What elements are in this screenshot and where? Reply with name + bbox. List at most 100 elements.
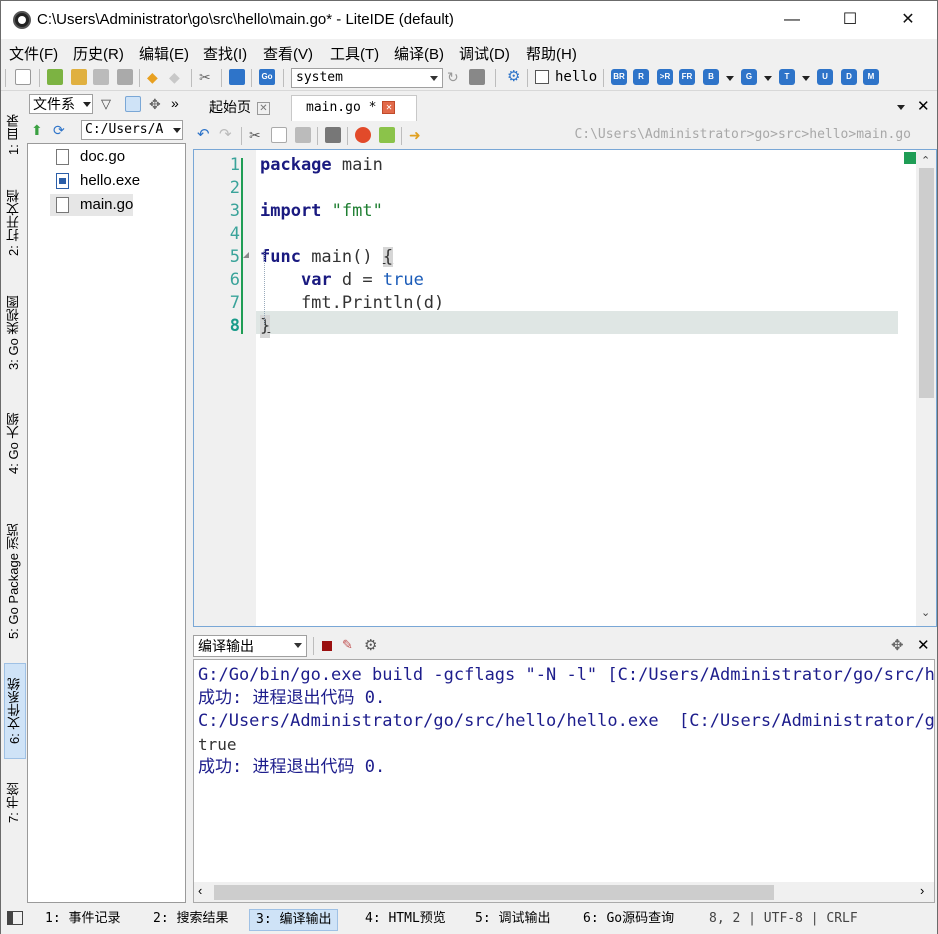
tree-item-hello-exe[interactable]: hello.exe bbox=[50, 170, 140, 192]
fold-marker-icon[interactable] bbox=[243, 252, 249, 258]
build-run-button[interactable]: BR bbox=[611, 69, 627, 85]
toggle-sidebar-icon[interactable] bbox=[7, 911, 23, 925]
clear-output-icon[interactable]: ✎ bbox=[342, 637, 353, 653]
menu-history[interactable]: 历史(R) bbox=[73, 43, 124, 64]
move-icon[interactable]: ✥ bbox=[149, 96, 165, 112]
scroll-up-icon[interactable]: ⌃ bbox=[921, 154, 930, 167]
build-dropdown-icon[interactable] bbox=[726, 76, 734, 81]
stop-icon[interactable] bbox=[322, 641, 332, 651]
close-tab-icon[interactable]: ✕ bbox=[257, 101, 270, 115]
up-folder-icon[interactable]: ⬆ bbox=[31, 122, 47, 138]
m-button[interactable]: M bbox=[863, 69, 879, 85]
tab-main-go[interactable]: main.go * ✕ bbox=[291, 95, 417, 121]
back-arrow-icon[interactable]: ◆ bbox=[147, 69, 163, 85]
breadcrumb[interactable]: C:\Users\Administrator>go>src>hello>main… bbox=[565, 127, 911, 142]
menu-help[interactable]: 帮助(H) bbox=[526, 43, 577, 64]
scroll-right-icon[interactable]: › bbox=[920, 883, 924, 898]
output-scroll-thumb[interactable] bbox=[214, 885, 774, 900]
float-panel-icon[interactable]: ✥ bbox=[891, 636, 904, 654]
breakpoint-icon[interactable] bbox=[355, 127, 371, 143]
sync-editor-icon[interactable] bbox=[125, 96, 141, 112]
tab-go-outline[interactable]: 4: Go 大纲 bbox=[4, 395, 26, 491]
tab-open-documents[interactable]: 2: 打开文档 bbox=[4, 175, 26, 271]
debug-button[interactable]: D bbox=[841, 69, 857, 85]
test-button[interactable]: T bbox=[779, 69, 795, 85]
tab-debug-output[interactable]: 5: 调试输出 bbox=[469, 909, 556, 931]
copy-icon[interactable] bbox=[271, 127, 287, 143]
save-icon[interactable] bbox=[93, 69, 109, 85]
test-dropdown-icon[interactable] bbox=[802, 76, 810, 81]
undo-icon[interactable]: ↶ bbox=[197, 127, 213, 143]
menu-edit[interactable]: 编辑(E) bbox=[139, 43, 189, 64]
new-file-icon[interactable] bbox=[15, 69, 31, 85]
menu-file[interactable]: 文件(F) bbox=[9, 43, 58, 64]
tab-directory[interactable]: 1: 目录 bbox=[4, 99, 26, 171]
get-button[interactable]: G bbox=[741, 69, 757, 85]
output-horizontal-scrollbar[interactable]: ‹ › bbox=[194, 882, 934, 902]
tab-build-output[interactable]: 3: 编译输出 bbox=[249, 909, 339, 931]
go-to-icon[interactable] bbox=[379, 127, 395, 143]
go-icon[interactable]: Go bbox=[259, 69, 275, 85]
lock-icon[interactable] bbox=[325, 127, 341, 143]
redo-icon[interactable]: ↷ bbox=[219, 127, 235, 143]
u-button[interactable]: U bbox=[817, 69, 833, 85]
cut-icon[interactable]: ✂ bbox=[249, 127, 265, 143]
open-folder-icon[interactable] bbox=[71, 69, 87, 85]
menu-debug[interactable]: 调试(D) bbox=[459, 43, 510, 64]
open-file-icon[interactable] bbox=[47, 69, 63, 85]
tab-file-system[interactable]: 6: 文件系统 bbox=[4, 663, 26, 759]
tab-go-class-view[interactable]: 3: Go 类视图 bbox=[4, 279, 26, 387]
menu-build[interactable]: 编译(B) bbox=[394, 43, 444, 64]
environment-select[interactable]: system bbox=[291, 68, 443, 88]
tab-html-preview[interactable]: 4: HTML预览 bbox=[359, 909, 452, 931]
tab-bookmarks[interactable]: 7: 书签 bbox=[4, 771, 26, 835]
tab-event-log[interactable]: 1: 事件记录 bbox=[39, 909, 126, 931]
close-button[interactable]: ✕ bbox=[879, 1, 937, 39]
gear-icon[interactable]: ⚙ bbox=[364, 636, 377, 654]
paste-icon[interactable] bbox=[295, 127, 311, 143]
file-run-button[interactable]: FR bbox=[679, 69, 695, 85]
forward-arrow-icon[interactable]: ◆ bbox=[169, 69, 185, 85]
run-to-line-icon[interactable]: ➜ bbox=[409, 127, 425, 143]
output-console[interactable]: G:/Go/bin/go.exe build -gcflags "-N -l" … bbox=[193, 659, 935, 903]
gear-icon[interactable]: ⚙ bbox=[507, 69, 523, 85]
output-select[interactable]: 编译输出 bbox=[193, 635, 307, 657]
close-editor-icon[interactable]: ✕ bbox=[917, 97, 930, 115]
refresh-env-icon[interactable]: ↻ bbox=[447, 69, 463, 85]
menu-view[interactable]: 查看(V) bbox=[263, 43, 313, 64]
code-editor[interactable]: 1 2 3 4 5 6 7 8 package main import "fmt… bbox=[193, 149, 937, 627]
edit-env-icon[interactable] bbox=[469, 69, 485, 85]
filter-icon[interactable]: ▽ bbox=[101, 96, 117, 112]
hello-checkbox[interactable] bbox=[535, 70, 549, 84]
build-button[interactable]: B bbox=[703, 69, 719, 85]
scroll-down-icon[interactable]: ⌄ bbox=[921, 606, 930, 619]
get-dropdown-icon[interactable] bbox=[764, 76, 772, 81]
menu-tools[interactable]: 工具(T) bbox=[330, 43, 379, 64]
more-chevron-icon[interactable]: » bbox=[171, 95, 179, 111]
menu-find[interactable]: 查找(I) bbox=[203, 43, 247, 64]
tree-item-doc-go[interactable]: doc.go bbox=[50, 146, 125, 168]
save-all-icon[interactable] bbox=[117, 69, 133, 85]
home-icon[interactable] bbox=[229, 69, 245, 85]
scroll-left-icon[interactable]: ‹ bbox=[198, 883, 202, 898]
environment-select-value: system bbox=[296, 70, 343, 85]
close-panel-icon[interactable]: ✕ bbox=[917, 636, 930, 654]
path-select[interactable]: C:/Users/A bbox=[81, 120, 183, 140]
run-button[interactable]: R bbox=[633, 69, 649, 85]
line-number: 2 bbox=[229, 178, 240, 198]
tab-go-source-query[interactable]: 6: Go源码查询 bbox=[577, 909, 680, 931]
tab-search-results[interactable]: 2: 搜索结果 bbox=[147, 909, 234, 931]
tab-list-dropdown-icon[interactable] bbox=[897, 105, 905, 110]
close-tab-icon[interactable]: ✕ bbox=[382, 101, 396, 114]
tools-icon[interactable]: ✂ bbox=[199, 69, 215, 85]
sync-icon[interactable]: ⟳ bbox=[53, 122, 69, 138]
toolbar-separator bbox=[317, 127, 318, 145]
minimize-button[interactable]: — bbox=[763, 1, 821, 39]
tab-go-package-browser[interactable]: 5: Go Package 浏览 bbox=[4, 501, 26, 661]
maximize-button[interactable]: ☐ bbox=[821, 1, 879, 39]
tab-start-page[interactable]: 起始页 ✕ bbox=[195, 95, 279, 121]
run-term-button[interactable]: >R bbox=[657, 69, 673, 85]
tree-item-main-go[interactable]: main.go bbox=[50, 194, 134, 216]
editor-scroll-thumb[interactable] bbox=[919, 168, 934, 398]
editor-vertical-scrollbar[interactable]: ⌃ ⌄ bbox=[904, 150, 936, 626]
